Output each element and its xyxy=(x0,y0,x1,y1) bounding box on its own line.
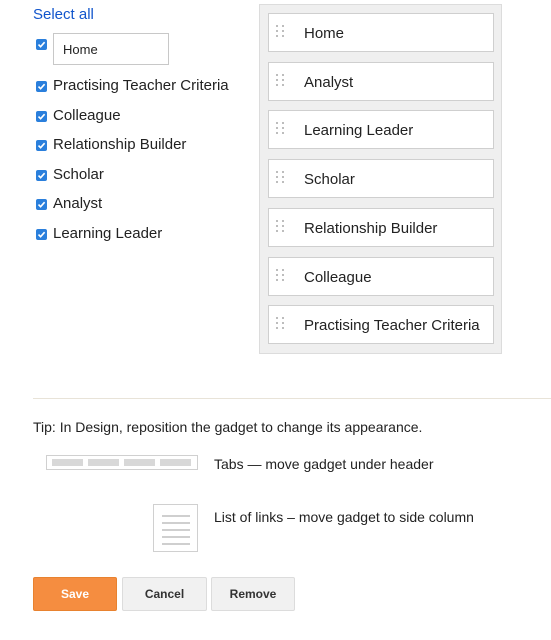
sortable-item-label: Scholar xyxy=(304,171,355,188)
check-icon xyxy=(37,231,46,238)
sortable-item[interactable]: Learning Leader xyxy=(268,110,494,149)
sortable-item[interactable]: Colleague xyxy=(268,257,494,296)
sortable-item[interactable]: Scholar xyxy=(268,159,494,198)
check-icon xyxy=(37,172,46,179)
sortable-item-label: Home xyxy=(304,25,345,42)
drag-handle-icon[interactable] xyxy=(276,171,288,187)
checklist-label: Analyst xyxy=(53,195,103,212)
sortable-item[interactable]: Home xyxy=(268,13,494,52)
checkbox-home[interactable] xyxy=(36,39,47,50)
sortable-item-label: Learning Leader xyxy=(304,122,414,139)
checkbox-relationship-builder[interactable] xyxy=(36,140,47,151)
tabs-option-text: Tabs — move gadget under header xyxy=(214,456,434,472)
sortable-item-label: Relationship Builder xyxy=(304,220,438,237)
drag-handle-icon[interactable] xyxy=(276,220,288,236)
drag-handle-icon[interactable] xyxy=(276,269,288,285)
sortable-item[interactable]: Practising Teacher Criteria xyxy=(268,305,494,344)
drag-handle-icon[interactable] xyxy=(276,74,288,90)
check-icon xyxy=(37,83,46,90)
select-all-link[interactable]: Select all xyxy=(33,6,94,23)
checklist-label: Practising Teacher Criteria xyxy=(53,77,229,94)
sortable-item-label: Colleague xyxy=(304,269,372,286)
drag-handle-icon[interactable] xyxy=(276,317,288,333)
checklist-label: Learning Leader xyxy=(53,225,163,242)
check-icon xyxy=(37,201,46,208)
checklist-label: Relationship Builder xyxy=(53,136,187,153)
sortable-item[interactable]: Analyst xyxy=(268,62,494,101)
design-tip: Tip: In Design, reposition the gadget to… xyxy=(33,419,423,435)
home-title-input[interactable] xyxy=(53,33,169,65)
reorder-panel: Home Analyst Learning Leader Scholar Rel… xyxy=(259,4,502,354)
check-icon xyxy=(37,142,46,149)
checklist-label: Scholar xyxy=(53,166,104,183)
drag-handle-icon[interactable] xyxy=(276,122,288,138)
checkbox-colleague[interactable] xyxy=(36,111,47,122)
drag-handle-icon[interactable] xyxy=(276,25,288,41)
sortable-item-label: Analyst xyxy=(304,74,354,91)
sortable-item-label: Practising Teacher Criteria xyxy=(304,317,480,334)
checkbox-practising-teacher-criteria[interactable] xyxy=(36,81,47,92)
check-icon xyxy=(37,113,46,120)
checkbox-scholar[interactable] xyxy=(36,170,47,181)
list-layout-illustration xyxy=(153,504,198,552)
checkbox-learning-leader[interactable] xyxy=(36,229,47,240)
remove-button[interactable]: Remove xyxy=(211,577,295,611)
divider xyxy=(33,398,551,399)
checklist-label: Colleague xyxy=(53,107,121,124)
sortable-item[interactable]: Relationship Builder xyxy=(268,208,494,247)
tabs-layout-illustration xyxy=(46,455,198,470)
list-option-text: List of links – move gadget to side colu… xyxy=(214,509,474,525)
cancel-button[interactable]: Cancel xyxy=(122,577,207,611)
save-button[interactable]: Save xyxy=(33,577,117,611)
checkbox-analyst[interactable] xyxy=(36,199,47,210)
check-icon xyxy=(37,41,46,48)
